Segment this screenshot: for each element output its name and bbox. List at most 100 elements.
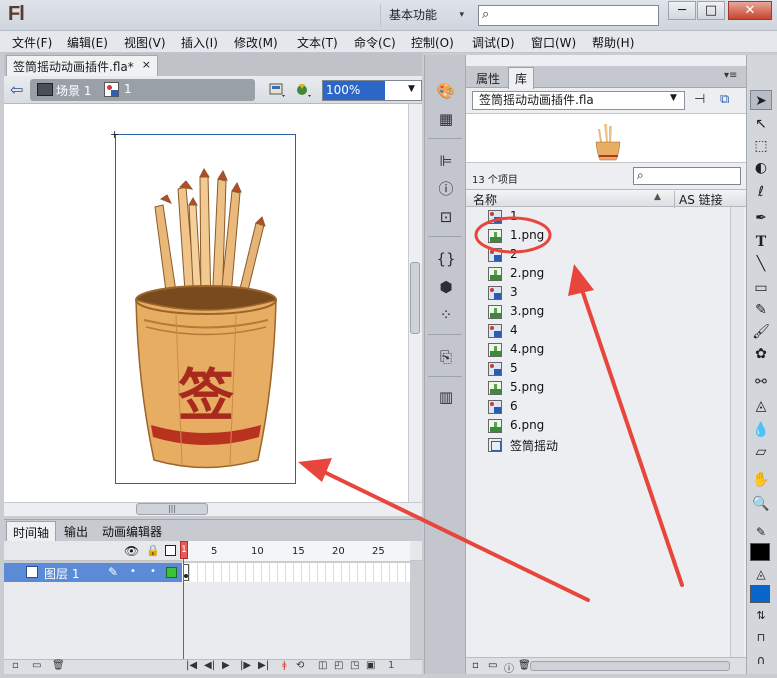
zoom-tool-icon[interactable]: 🔍 bbox=[750, 494, 772, 514]
layer-color-swatch[interactable] bbox=[166, 567, 177, 578]
play-icon[interactable]: ▶ bbox=[222, 660, 230, 671]
trash-icon[interactable]: 🗑 bbox=[518, 660, 531, 671]
playhead[interactable]: 1 bbox=[180, 541, 188, 559]
motion-presets-icon[interactable]: ⁘ bbox=[434, 304, 458, 326]
free-transform-tool-icon[interactable]: ⬚ bbox=[750, 136, 772, 156]
step-forward-icon[interactable]: |▶ bbox=[240, 660, 251, 671]
menu-insert[interactable]: 插入(I) bbox=[181, 34, 218, 51]
new-symbol-icon[interactable]: ▫ bbox=[472, 660, 479, 671]
library-item[interactable]: 5.png bbox=[468, 378, 730, 397]
tab-output[interactable]: 输出 bbox=[58, 521, 94, 541]
properties-icon[interactable]: ⓘ bbox=[504, 660, 514, 675]
new-folder-icon[interactable]: ▭ bbox=[32, 660, 41, 671]
trash-icon[interactable]: 🗑 bbox=[52, 660, 65, 671]
stage-horizontal-scroll-thumb[interactable]: ||| bbox=[136, 503, 208, 515]
close-icon[interactable]: × bbox=[142, 58, 151, 71]
tab-properties[interactable]: 属性 bbox=[470, 68, 506, 89]
sort-icon[interactable]: ▲ bbox=[654, 192, 661, 202]
library-item[interactable]: 6.png bbox=[468, 416, 730, 435]
menu-window[interactable]: 窗口(W) bbox=[531, 34, 576, 51]
lasso-tool-icon[interactable]: ℓ bbox=[750, 182, 772, 202]
lock-dot-icon[interactable]: • bbox=[150, 566, 156, 577]
artboard[interactable]: 签 bbox=[115, 134, 296, 484]
column-as-linkage[interactable]: AS 链接 bbox=[674, 191, 723, 208]
color-panel-icon[interactable]: 🎨 bbox=[434, 80, 458, 102]
new-folder-icon[interactable]: ▭ bbox=[488, 660, 497, 671]
menu-view[interactable]: 视图(V) bbox=[124, 34, 166, 51]
lock-icon[interactable]: 🔒 bbox=[146, 544, 160, 557]
components-panel-icon[interactable]: ⬢ bbox=[434, 276, 458, 298]
library-horizontal-scroll-thumb[interactable] bbox=[530, 661, 730, 671]
column-name[interactable]: 名称 bbox=[473, 191, 497, 208]
menu-help[interactable]: 帮助(H) bbox=[592, 34, 634, 51]
library-document-select[interactable]: 签筒摇动动画插件.fla bbox=[472, 91, 685, 110]
history-panel-icon[interactable]: ▥ bbox=[434, 386, 458, 408]
library-vertical-scrollbar[interactable] bbox=[730, 207, 744, 657]
library-item[interactable]: 6 bbox=[468, 397, 730, 416]
chevron-down-icon[interactable]: ▼ bbox=[670, 93, 677, 103]
new-library-panel-icon[interactable]: ⧉ bbox=[720, 92, 729, 107]
library-item[interactable]: 4.png bbox=[468, 340, 730, 359]
workspace-switcher[interactable]: 基本功能 ▾ bbox=[380, 4, 470, 27]
pin-icon[interactable]: ⊣ bbox=[694, 92, 705, 107]
menu-text[interactable]: 文本(T) bbox=[297, 34, 338, 51]
menu-modify[interactable]: 修改(M) bbox=[234, 34, 278, 51]
3d-rotation-tool-icon[interactable]: ◐ bbox=[750, 158, 772, 178]
edit-scene-icon[interactable] bbox=[294, 81, 314, 99]
outline-icon[interactable] bbox=[165, 545, 176, 556]
paint-bucket-tool-icon[interactable]: ◬ bbox=[750, 396, 772, 416]
onion-skin-icon[interactable]: ◫ bbox=[318, 660, 327, 671]
menu-debug[interactable]: 调试(D) bbox=[472, 34, 515, 51]
swap-colors-icon[interactable]: ⇅ bbox=[750, 606, 772, 626]
edit-multiple-icon[interactable]: ◳ bbox=[350, 660, 359, 671]
onion-markers-icon[interactable]: ▣ bbox=[366, 660, 375, 671]
back-arrow-icon[interactable]: ⇦ bbox=[10, 80, 23, 99]
fill-color-swatch[interactable] bbox=[750, 585, 770, 603]
edit-symbols-icon[interactable] bbox=[268, 81, 288, 99]
menu-edit[interactable]: 编辑(E) bbox=[67, 34, 108, 51]
swatches-panel-icon[interactable]: ▦ bbox=[434, 108, 458, 130]
library-item[interactable]: 3 bbox=[468, 283, 730, 302]
tab-timeline[interactable]: 时间轴 bbox=[6, 521, 57, 541]
transform-panel-icon[interactable]: ⊡ bbox=[434, 206, 458, 228]
align-panel-icon[interactable]: ⊫ bbox=[434, 150, 458, 172]
text-tool-icon[interactable]: T bbox=[750, 232, 772, 252]
document-tab[interactable]: 签筒摇动动画插件.fla* × bbox=[6, 55, 158, 76]
brush-tool-icon[interactable]: 🖌 bbox=[750, 322, 772, 342]
info-panel-icon[interactable]: ⓘ bbox=[434, 178, 458, 200]
line-tool-icon[interactable]: ╲ bbox=[750, 254, 772, 274]
tab-motion-editor[interactable]: 动画编辑器 bbox=[96, 521, 168, 541]
library-item[interactable]: 1 bbox=[468, 207, 730, 226]
breadcrumb-scene[interactable]: 场景 1 bbox=[56, 82, 91, 99]
library-search-input[interactable]: ⌕ bbox=[633, 167, 741, 185]
stroke-color-swatch[interactable] bbox=[750, 543, 770, 561]
onion-outline-icon[interactable]: ◰ bbox=[334, 660, 343, 671]
eraser-tool-icon[interactable]: ▱ bbox=[750, 442, 772, 462]
library-item[interactable]: 2 bbox=[468, 245, 730, 264]
library-item[interactable]: 2.png bbox=[468, 264, 730, 283]
new-layer-icon[interactable]: ▫ bbox=[12, 660, 19, 671]
stage-horizontal-scrollbar[interactable] bbox=[4, 502, 422, 516]
maximize-button[interactable]: □ bbox=[697, 1, 725, 20]
center-frame-icon[interactable]: ǂ bbox=[282, 660, 287, 671]
first-frame-icon[interactable]: |◀ bbox=[186, 660, 197, 671]
code-snippets-icon[interactable]: {} bbox=[434, 248, 458, 270]
snap-icon[interactable]: ⊓ bbox=[750, 628, 772, 648]
deco-tool-icon[interactable]: ✿ bbox=[750, 344, 772, 364]
stage-vertical-scroll-thumb[interactable] bbox=[410, 262, 420, 334]
visibility-dot-icon[interactable]: • bbox=[130, 566, 136, 577]
tab-library[interactable]: 库 bbox=[508, 67, 535, 89]
bone-tool-icon[interactable]: ⚯ bbox=[750, 372, 772, 392]
layer-name[interactable]: 图层 1 bbox=[44, 565, 79, 582]
stroke-color-icon[interactable]: ✎ bbox=[750, 522, 772, 542]
minimize-button[interactable]: ─ bbox=[668, 1, 696, 20]
selection-tool-icon[interactable]: ➤ bbox=[750, 90, 772, 110]
menu-commands[interactable]: 命令(C) bbox=[354, 34, 396, 51]
menu-control[interactable]: 控制(O) bbox=[411, 34, 454, 51]
eyedropper-tool-icon[interactable]: 💧 bbox=[750, 420, 772, 440]
rectangle-tool-icon[interactable]: ▭ bbox=[750, 278, 772, 298]
scene-panel-icon[interactable]: ⎘ bbox=[434, 346, 458, 368]
chevron-down-icon[interactable]: ▼ bbox=[408, 84, 415, 94]
library-item[interactable]: 3.png bbox=[468, 302, 730, 321]
loop-icon[interactable]: ⟲ bbox=[296, 660, 304, 671]
